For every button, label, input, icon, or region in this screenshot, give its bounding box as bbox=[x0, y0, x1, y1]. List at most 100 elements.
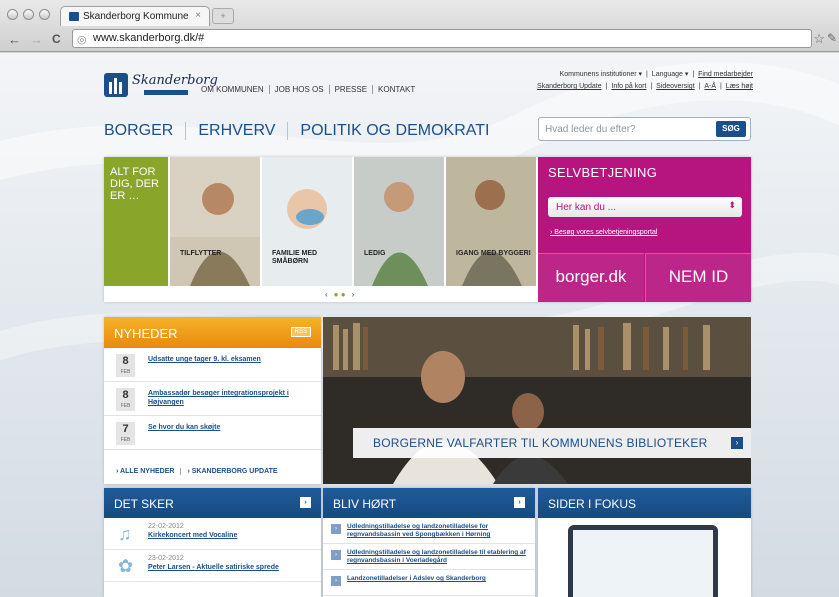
news-date: 7 FEB bbox=[116, 422, 135, 445]
back-button[interactable]: ← bbox=[8, 32, 21, 47]
feature-caption-band: BORGERNE VALFARTER TIL KOMMUNENS BIBLIOT… bbox=[353, 428, 751, 458]
hero-tile-tilflytter[interactable]: TILFLYTTER bbox=[170, 157, 260, 286]
all-news-link[interactable]: › ALLE NYHEDER bbox=[116, 468, 180, 475]
news-item[interactable]: 8 FEB Ambassadør besøger integrationsproj… bbox=[104, 382, 321, 416]
hero-tile-familie[interactable]: FAMILIE MED SMÅBØRN bbox=[262, 157, 352, 286]
top-nav-item[interactable]: JOB HOS OS bbox=[268, 85, 329, 94]
hearing-link[interactable]: Udledningstilladelse og landzonetilladel… bbox=[347, 523, 531, 539]
news-link[interactable]: Udsatte unge tager 9. kl. eksamen bbox=[148, 355, 308, 364]
tile-label: TILFLYTTER bbox=[180, 250, 222, 257]
search-input[interactable]: Hvad leder du efter? SØG bbox=[538, 117, 751, 141]
url-host: www.skanderborg.dk bbox=[93, 32, 196, 44]
bookmark-star-icon[interactable]: ☆ bbox=[813, 31, 825, 47]
utility-link[interactable]: A-Å bbox=[702, 83, 718, 90]
event-item[interactable]: ✿ 23-02-2012 Peter Larsen - Aktuelle sat… bbox=[104, 550, 321, 582]
hearing-link[interactable]: Landzonetilladelser i Adslev og Skanderb… bbox=[347, 575, 531, 583]
hearing-item[interactable]: › Landzonetilladelser i Adslev og Skande… bbox=[323, 570, 535, 596]
browser-tab[interactable]: Skanderborg Kommune × bbox=[60, 6, 210, 26]
news-title: NYHEDER bbox=[114, 326, 178, 341]
maximize-window-button[interactable] bbox=[39, 9, 50, 20]
news-footer-links: › ALLE NYHEDER › SKANDERBORG UPDATE bbox=[116, 468, 284, 475]
close-tab-icon[interactable]: × bbox=[195, 10, 201, 21]
hero-tile-ledig[interactable]: LEDIG bbox=[354, 157, 444, 286]
reload-button[interactable]: C bbox=[52, 32, 61, 46]
portal-link-text: Besøg vores selvbetjeningsportal bbox=[554, 229, 658, 236]
minimize-window-button[interactable] bbox=[23, 9, 34, 20]
event-date: 23-02-2012 bbox=[148, 555, 184, 562]
carousel-dots[interactable]: ● ● bbox=[334, 290, 346, 299]
event-link[interactable]: Peter Larsen - Aktuelle satiriske sprede bbox=[148, 564, 279, 571]
utility-link[interactable]: Læs højt bbox=[724, 83, 755, 90]
nemid-link[interactable]: NEM ID bbox=[645, 253, 751, 302]
main-nav: BORGER ERHVERV POLITIK OG DEMOKRATI bbox=[104, 122, 501, 140]
feature-banner[interactable]: BORGERNE VALFARTER TIL KOMMUNENS BIBLIOT… bbox=[323, 317, 751, 484]
news-date: 8 FEB bbox=[116, 354, 135, 377]
event-item[interactable]: ♫ 22-02-2012 Kirkekoncert med Vocaline bbox=[104, 518, 321, 550]
news-item[interactable]: 7 FEB Se hvor du kan skøjte bbox=[104, 416, 321, 450]
institutions-dropdown[interactable]: Kommunens institutioner ▾ bbox=[558, 71, 645, 78]
forward-button[interactable]: → bbox=[30, 32, 43, 47]
hearing-item[interactable]: › Udledningstilladelse og landzonetillad… bbox=[323, 518, 535, 544]
hearing-item[interactable]: › Udledningstilladelse og landzonetillad… bbox=[323, 544, 535, 570]
news-link[interactable]: Ambassadør besøger integrationsprojekt i… bbox=[148, 389, 308, 407]
chevron-right-icon: › bbox=[331, 550, 341, 560]
top-nav: OM KOMMUNEN JOB HOS OS PRESSE KONTAKT bbox=[201, 85, 420, 94]
utility-link[interactable]: Info på kort bbox=[609, 83, 648, 90]
main-nav-erhverv[interactable]: ERHVERV bbox=[185, 122, 287, 140]
hearing-link[interactable]: Udledningstilladelse og landzonetilladel… bbox=[347, 549, 531, 565]
focus-panel: SIDER I FOKUS bbox=[538, 488, 751, 597]
logo-mark-icon bbox=[104, 73, 128, 97]
tile-photo bbox=[446, 157, 536, 286]
borger-dk-link[interactable]: borger.dk bbox=[538, 253, 644, 302]
hearings-arrow-button[interactable]: › bbox=[514, 497, 525, 508]
utility-link[interactable]: Sideoversigt bbox=[654, 83, 697, 90]
utility-link[interactable]: Skanderborg Update bbox=[535, 83, 604, 90]
main-nav-politik[interactable]: POLITIK OG DEMOKRATI bbox=[287, 122, 501, 140]
favicon-icon bbox=[69, 12, 79, 21]
find-employee-link[interactable]: Find medarbejder bbox=[696, 71, 755, 78]
url-path: /# bbox=[195, 32, 205, 44]
top-nav-item[interactable]: PRESSE bbox=[328, 85, 372, 94]
close-window-button[interactable] bbox=[7, 9, 18, 20]
events-arrow-button[interactable]: › bbox=[300, 497, 311, 508]
selvbetjening-dropdown[interactable]: Her kan du ... ⬍ bbox=[548, 197, 742, 217]
tile-photo bbox=[170, 157, 260, 286]
new-tab-button[interactable]: + bbox=[212, 8, 234, 24]
utility-links: Kommunens institutioner ▾ | Language ▾ |… bbox=[535, 71, 755, 90]
address-bar[interactable]: ◎ www.skanderborg.dk/# bbox=[72, 29, 812, 48]
carousel-next-button[interactable]: › bbox=[352, 290, 355, 299]
news-panel: NYHEDER RSS 8 FEB Udsatte unge tager 9. k… bbox=[104, 317, 321, 484]
selvbetjening-portal-link[interactable]: › Besøg vores selvbetjeningsportal bbox=[550, 229, 657, 236]
hero-slogan: ALT FOR DIG, DER ER … bbox=[104, 157, 168, 286]
focus-screenshot-image[interactable] bbox=[568, 525, 718, 597]
site-logo[interactable]: Skanderborg bbox=[104, 71, 218, 99]
logo-underline bbox=[144, 90, 188, 95]
wrench-icon[interactable]: ✎ bbox=[827, 31, 837, 45]
dropdown-value: Her kan du ... bbox=[556, 202, 617, 213]
main-nav-borger[interactable]: BORGER bbox=[104, 122, 185, 140]
event-link[interactable]: Kirkekoncert med Vocaline bbox=[148, 532, 237, 539]
chevron-right-icon: › bbox=[331, 524, 341, 534]
music-note-icon: ♫ bbox=[118, 524, 132, 544]
search-button[interactable]: SØG bbox=[716, 121, 746, 137]
news-item[interactable]: 8 FEB Udsatte unge tager 9. kl. eksamen bbox=[104, 348, 321, 382]
news-day: 8 bbox=[122, 355, 129, 367]
news-header: NYHEDER RSS bbox=[104, 317, 321, 348]
feature-arrow-button[interactable]: › bbox=[731, 437, 743, 449]
web-page: Skanderborg OM KOMMUNEN JOB HOS OS PRESS… bbox=[0, 53, 839, 597]
news-month: FEB bbox=[120, 369, 131, 375]
hero-tile-byggeri[interactable]: IGANG MED BYGGERI bbox=[446, 157, 536, 286]
skanderborg-update-link[interactable]: › SKANDERBORG UPDATE bbox=[180, 468, 283, 475]
top-nav-item[interactable]: OM KOMMUNEN bbox=[201, 85, 269, 94]
news-link[interactable]: Se hvor du kan skøjte bbox=[148, 423, 308, 432]
news-date: 8 FEB bbox=[116, 388, 135, 411]
carousel-pager: ‹ ● ● › bbox=[325, 290, 354, 299]
hearings-header: BLIV HØRT › bbox=[323, 488, 535, 518]
tile-label: LEDIG bbox=[364, 250, 386, 257]
language-dropdown[interactable]: Language ▾ bbox=[650, 71, 691, 78]
tile-photo bbox=[262, 157, 352, 286]
top-nav-item[interactable]: KONTAKT bbox=[372, 85, 420, 94]
events-title: DET SKER bbox=[114, 497, 174, 511]
carousel-prev-button[interactable]: ‹ bbox=[325, 290, 328, 299]
rss-button[interactable]: RSS bbox=[290, 327, 311, 337]
